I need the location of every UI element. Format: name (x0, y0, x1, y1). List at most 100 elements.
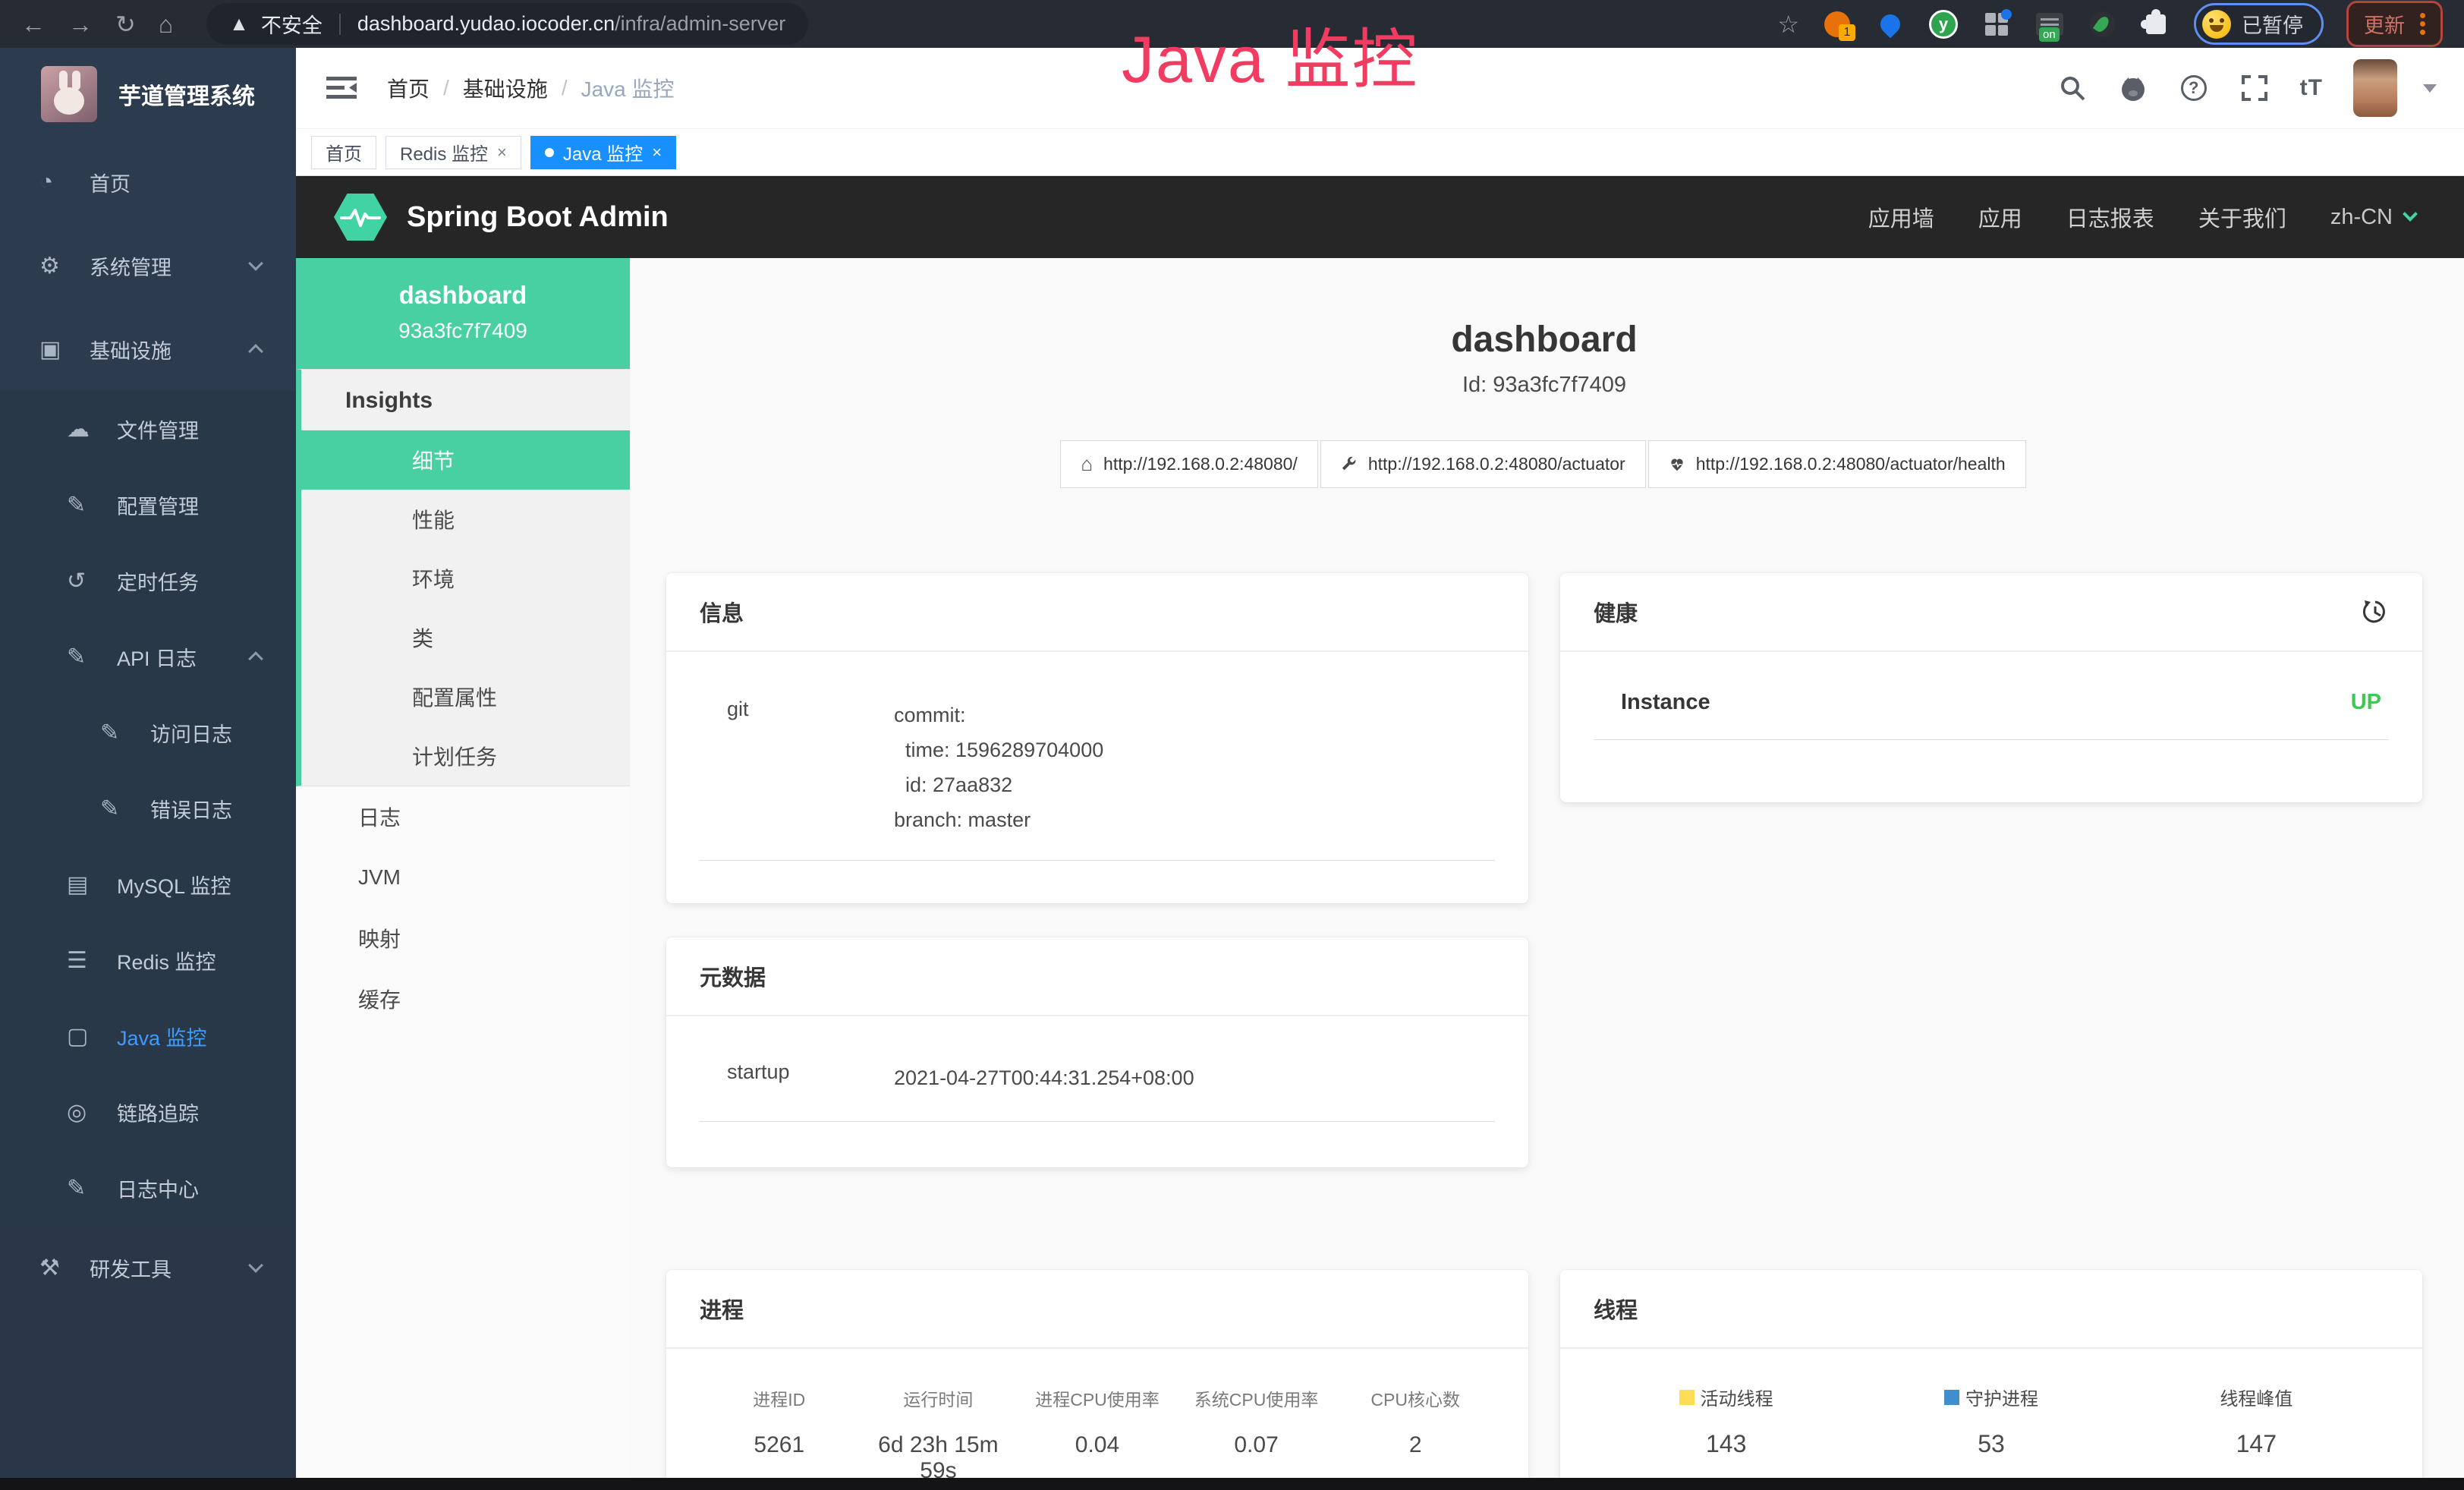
wrench-icon (1341, 456, 1358, 473)
sidebar-item-log-center[interactable]: ✎日志中心 (0, 1150, 296, 1226)
sidebar-submenu-infrastructure: ☁文件管理✎配置管理↺定时任务✎API 日志 ✎ 访问日志 ✎错误日志▤MySQL 监… (0, 391, 296, 1226)
font-size-icon[interactable]: tT (2300, 75, 2323, 101)
sidebar-item-system-management[interactable]: ⚙系统管理 (0, 224, 296, 307)
search-icon[interactable] (2057, 73, 2088, 103)
sba-sidebar-item-mappings[interactable]: 映射 (296, 908, 630, 969)
extension-y-icon[interactable]: y (1928, 9, 1959, 39)
service-url-link[interactable]: ⌂ http://192.168.0.2:48080/ (1060, 440, 1318, 488)
sba-header: Spring Boot Admin 应用墙 应用 日志报表 关于我们 zh-CN (296, 176, 2464, 258)
health-history-icon[interactable] (2362, 598, 2389, 625)
sba-sidebar-item-details[interactable]: 细节 (296, 430, 630, 490)
chevron-down-icon (2403, 206, 2418, 222)
sba-sidebar-item-metrics[interactable]: 性能 (301, 490, 630, 549)
close-icon[interactable]: × (497, 143, 507, 162)
breadcrumb-item[interactable]: 基础设施 (463, 73, 548, 103)
breadcrumb-separator: / (562, 76, 568, 100)
metric-value: 2 (1336, 1432, 1495, 1458)
legend-label: 守护进程 (1965, 1384, 2038, 1410)
window-bottom-edge (0, 1478, 2464, 1490)
tab-redis-monitor[interactable]: Redis 监控 × (385, 136, 521, 169)
bookmark-star-icon[interactable]: ☆ (1777, 10, 1799, 39)
threads-legend: 活动线程143守护进程53线程峰值147 (1594, 1379, 2389, 1458)
metric-value: 0.04 (1018, 1432, 1177, 1458)
extension-on-icon[interactable]: on (2034, 9, 2065, 39)
instance-name: dashboard (304, 281, 622, 310)
browser-menu-icon[interactable] (2420, 13, 2425, 35)
home-icon: ⌂ (1081, 452, 1093, 476)
address-bar[interactable]: ▲ 不安全 dashboard.yudao.iocoder.cn/infra/a… (206, 3, 808, 45)
sidebar-item-home[interactable]: ◔首页 (0, 140, 296, 224)
extensions-puzzle-icon[interactable] (2141, 9, 2171, 39)
sba-sidebar-item-caches[interactable]: 缓存 (296, 969, 630, 1029)
breadcrumb-item[interactable]: 首页 (387, 73, 430, 103)
extension-grid-icon[interactable] (1981, 9, 2012, 39)
sba-nav-journal[interactable]: 日志报表 (2066, 201, 2154, 233)
management-url-link[interactable]: http://192.168.0.2:48080/actuator (1320, 440, 1646, 488)
sidebar-item-java-monitor[interactable]: ▢Java 监控 (0, 998, 296, 1074)
sba-nav-wallboard[interactable]: 应用墙 (1868, 201, 1934, 233)
extension-leaf-icon[interactable] (2088, 9, 2118, 39)
sba-instance-header[interactable]: dashboard 93a3fc7f7409 (296, 258, 630, 369)
sba-sidebar-item-environment[interactable]: 环境 (301, 549, 630, 608)
sidebar-item-redis-monitor[interactable]: ☰Redis 监控 (0, 922, 296, 998)
sidebar-item-error-logs[interactable]: ✎错误日志 (0, 770, 296, 846)
sidebar-item-config-management[interactable]: ✎配置管理 (0, 467, 296, 543)
sidebar-item-file-management[interactable]: ☁文件管理 (0, 391, 296, 467)
sidebar-item-trace[interactable]: ◎链路追踪 (0, 1074, 296, 1150)
sidebar-toggle-icon[interactable] (326, 75, 357, 101)
fullscreen-icon[interactable] (2239, 73, 2270, 103)
process-metric: 进程CPU使用率0.04 (1018, 1385, 1177, 1478)
sba-brand[interactable]: Spring Boot Admin (407, 201, 669, 234)
sidebar-item-label: 访问日志 (150, 718, 232, 748)
sidebar-item-label: 文件管理 (117, 414, 199, 444)
sidebar-item-infrastructure[interactable]: ▣基础设施 (0, 307, 296, 391)
close-icon[interactable]: × (652, 143, 662, 162)
sba-sidebar-item-logfile[interactable]: 日志 (296, 786, 630, 847)
sidebar-item-dev-tools[interactable]: ⚒研发工具 (0, 1226, 296, 1309)
sidebar-item-mysql-monitor[interactable]: ▤MySQL 监控 (0, 846, 296, 922)
tab-home[interactable]: 首页 (311, 136, 376, 169)
sba-sidebar-item-classes[interactable]: 类 (301, 608, 630, 667)
sidebar-item-api-logs[interactable]: ✎API 日志 (0, 619, 296, 695)
health-card: 健康 Instance UP (1560, 573, 2422, 802)
browser-update-button[interactable]: 更新 (2346, 1, 2443, 47)
sidebar-item-access-logs[interactable]: ✎ 访问日志 (0, 695, 296, 770)
sidebar-item-label: API 日志 (117, 642, 197, 672)
health-url-link[interactable]: http://192.168.0.2:48080/actuator/health (1648, 440, 2026, 488)
sba-nav-applications[interactable]: 应用 (1978, 201, 2022, 233)
threads-card: 线程 活动线程143守护进程53线程峰值147 140120100 (1560, 1270, 2422, 1478)
browser-back-icon[interactable]: ← (21, 12, 46, 36)
profile-emoji-icon (2202, 10, 2231, 39)
sidebar-item-label: Redis 监控 (117, 946, 216, 975)
extension-pin-icon[interactable] (1875, 9, 1905, 39)
process-metric: 运行时间6d 23h 15m 59s (859, 1385, 1018, 1478)
browser-reload-icon[interactable]: ↻ (115, 12, 136, 36)
sidebar-item-label: 研发工具 (90, 1253, 172, 1283)
browser-forward-icon[interactable]: → (68, 12, 93, 36)
sba-nav-about[interactable]: 关于我们 (2198, 201, 2286, 233)
browser-toolbar: ← → ↻ ⌂ ▲ 不安全 dashboard.yudao.iocoder.cn… (0, 0, 2464, 48)
sba-locale-select[interactable]: zh-CN (2330, 205, 2415, 230)
github-icon[interactable] (2118, 73, 2148, 103)
tab-label: Redis 监控 (400, 139, 488, 165)
help-icon[interactable]: ? (2179, 73, 2209, 103)
extension-orange-icon[interactable]: 1 (1822, 9, 1852, 39)
sidebar-item-label: MySQL 监控 (117, 870, 231, 899)
tab-java-monitor[interactable]: Java 监控 × (530, 136, 676, 169)
not-secure-label: 不安全 (261, 9, 323, 39)
user-caret-down-icon[interactable] (2423, 84, 2437, 93)
sba-sidebar-item-config-properties[interactable]: 配置属性 (301, 667, 630, 726)
tab-label: Java 监控 (563, 139, 643, 165)
sidebar-item-scheduled-jobs[interactable]: ↺定时任务 (0, 543, 296, 619)
log-icon: ✎ (100, 720, 135, 746)
browser-home-icon[interactable]: ⌂ (159, 12, 173, 36)
breadcrumb: 首页/基础设施/Java 监控 (387, 73, 675, 103)
infrastructure-icon: ▣ (39, 336, 74, 363)
threads-card-title: 线程 (1594, 1293, 1638, 1325)
legend-swatch-icon (1679, 1390, 1695, 1405)
sba-sidebar-item-jvm[interactable]: JVM (296, 847, 630, 908)
sba-sidebar-item-scheduled-tasks[interactable]: 计划任务 (301, 726, 630, 786)
profile-paused-chip[interactable]: 已暂停 (2194, 3, 2324, 45)
avatar[interactable] (2353, 59, 2397, 117)
app-logo-row[interactable]: 芋道管理系统 (0, 48, 296, 140)
